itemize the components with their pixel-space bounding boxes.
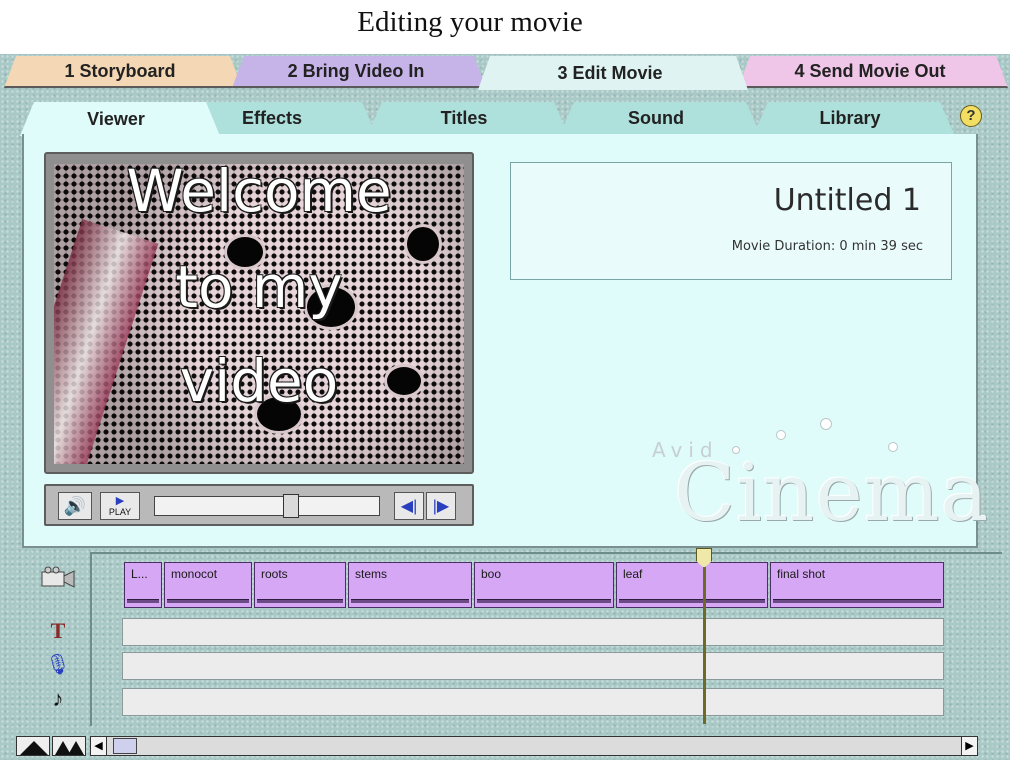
tab-viewer-label: Viewer xyxy=(87,108,145,129)
scrub-bar[interactable] xyxy=(154,494,380,518)
microphone-icon: 🎙 xyxy=(45,654,71,676)
tab-sound[interactable]: Sound xyxy=(560,102,760,134)
play-button[interactable]: ▶ PLAY xyxy=(100,492,140,520)
movie-duration: Movie Duration: 0 min 39 sec xyxy=(731,239,923,254)
timeline: T 🎙 ♪ L... monocot roots stems boo leaf … xyxy=(22,548,1002,728)
title-track-icon: T xyxy=(50,618,66,643)
tab-titles[interactable]: Titles xyxy=(368,102,568,134)
scroll-left-icon[interactable]: ◀ xyxy=(91,737,107,755)
timeline-scrollbar[interactable]: ◀ ▶ xyxy=(90,736,978,756)
tab-library[interactable]: Library xyxy=(754,102,954,134)
timeline-clip[interactable]: boo xyxy=(474,562,614,608)
timeline-clip[interactable]: final shot xyxy=(770,562,944,608)
tab-storyboard[interactable]: 1 Storyboard xyxy=(4,56,242,88)
tab-titles-label: Titles xyxy=(440,107,488,128)
page-caption: Editing your movie xyxy=(357,6,583,38)
video-overlay-line-1: Welcome xyxy=(126,164,392,225)
scrub-thumb[interactable] xyxy=(283,494,299,518)
main-tabs: 1 Storyboard 2 Bring Video In 4 Send Mov… xyxy=(0,54,1010,90)
tab-storyboard-label: 1 Storyboard xyxy=(64,60,176,81)
tab-send-movie-out-label: 4 Send Movie Out xyxy=(794,60,946,81)
next-frame-button[interactable]: |▶ xyxy=(426,492,456,520)
tab-viewer[interactable]: Viewer xyxy=(20,102,220,136)
tab-effects-label: Effects xyxy=(241,107,303,128)
timeline-clip[interactable]: stems xyxy=(348,562,472,608)
video-overlay-line-3: video xyxy=(179,347,339,415)
scroll-right-icon[interactable]: ▶ xyxy=(961,737,977,755)
play-icon: ▶ xyxy=(115,494,125,507)
video-preview[interactable]: Welcome to my video xyxy=(54,164,464,464)
video-overlay-line-2: to my xyxy=(175,253,343,321)
logo-bubble xyxy=(776,430,786,440)
zoom-out-icon[interactable] xyxy=(16,736,50,756)
speaker-icon[interactable]: 🔊 xyxy=(58,492,92,520)
help-icon[interactable]: ? xyxy=(960,105,982,127)
playhead-line[interactable] xyxy=(703,552,706,724)
timeline-clip[interactable]: leaf xyxy=(616,562,768,608)
title-track[interactable] xyxy=(122,618,944,646)
tab-bring-video-in-label: 2 Bring Video In xyxy=(287,60,425,81)
tab-sound-label: Sound xyxy=(628,107,684,128)
video-camera-icon xyxy=(38,566,78,596)
music-note-icon: ♪ xyxy=(52,686,64,711)
tab-send-movie-out[interactable]: 4 Send Movie Out xyxy=(738,56,1008,88)
zoom-in-icon[interactable] xyxy=(52,736,86,756)
timeline-bottom-bar: ◀ ▶ xyxy=(16,736,978,756)
tab-edit-movie-label: 3 Edit Movie xyxy=(557,62,663,83)
play-label: PLAY xyxy=(108,506,132,517)
sub-tabs: Effects Titles Sound Library Viewer xyxy=(20,102,990,134)
timeline-clip[interactable]: roots xyxy=(254,562,346,608)
tab-library-label: Library xyxy=(819,107,881,128)
timeline-clip[interactable]: L... xyxy=(124,562,162,608)
movie-title[interactable]: Untitled 1 xyxy=(774,183,921,218)
avid-cinema-logo: Avid Cinema xyxy=(640,410,988,540)
logo-bubble xyxy=(888,442,898,452)
tab-edit-movie[interactable]: 3 Edit Movie xyxy=(478,56,748,90)
previous-frame-button[interactable]: ◀| xyxy=(394,492,424,520)
movie-info-box: Untitled 1 Movie Duration: 0 min 39 sec xyxy=(510,162,952,280)
narration-track[interactable] xyxy=(122,652,944,680)
scrollbar-thumb[interactable] xyxy=(113,738,137,754)
tab-bring-video-in[interactable]: 2 Bring Video In xyxy=(232,56,486,88)
timeline-clip[interactable]: monocot xyxy=(164,562,252,608)
music-track[interactable] xyxy=(122,688,944,716)
logo-bubble xyxy=(732,446,740,454)
logo-bubble xyxy=(820,418,832,430)
playback-controls: 🔊 ▶ PLAY ◀| |▶ xyxy=(44,484,474,526)
logo-cinema-text: Cinema xyxy=(674,446,990,539)
